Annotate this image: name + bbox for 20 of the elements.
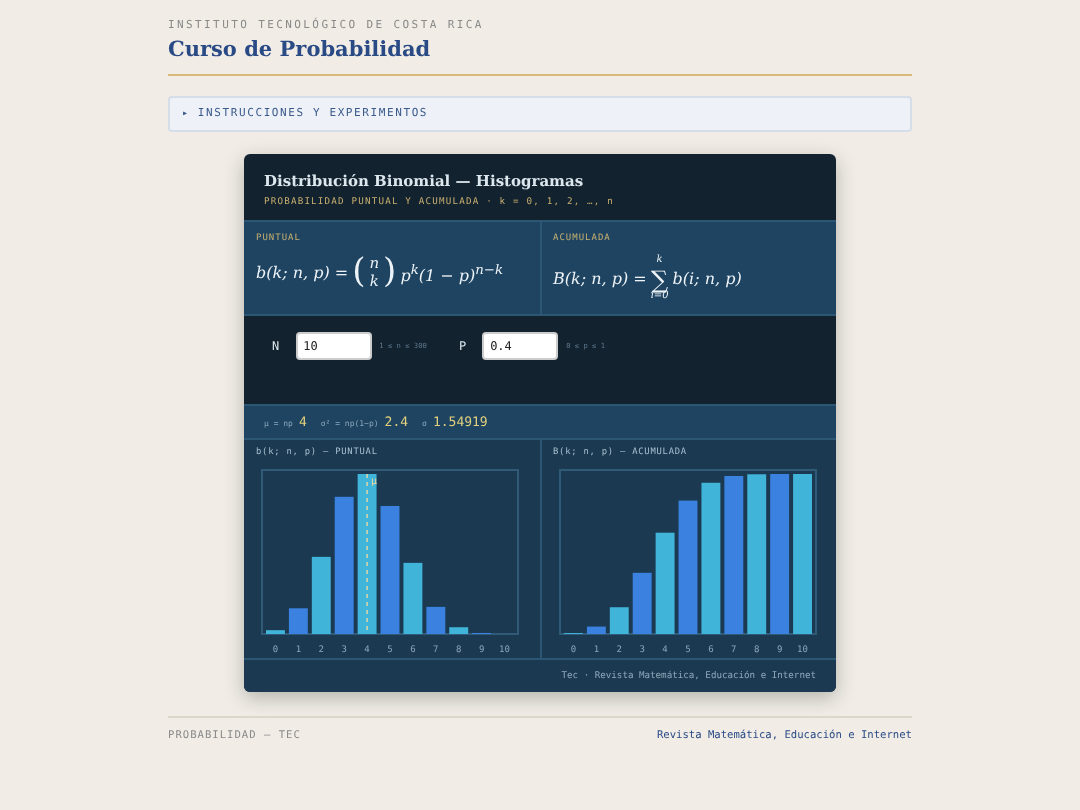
bar	[311, 556, 331, 634]
bar	[585, 626, 605, 634]
bar	[677, 500, 697, 634]
bar	[449, 627, 469, 634]
course-title: Curso de Probabilidad	[168, 38, 912, 76]
sum-sign: ∑	[651, 267, 669, 291]
bar	[380, 505, 400, 634]
parenthesis: (	[352, 256, 366, 290]
formula-lhs: b(k; n, p) =	[256, 264, 349, 282]
bar	[631, 572, 651, 634]
bar	[403, 562, 423, 634]
formula-rhs: p$^{k}$(1 − p)$^{n−k}$	[400, 261, 504, 285]
formula-rhs: b(i; n, p)	[672, 270, 742, 288]
bar	[334, 496, 354, 634]
parenthesis: )	[383, 256, 397, 290]
formula-lhs: B(k; n, p) =	[553, 270, 647, 288]
bar	[608, 607, 628, 634]
bar	[654, 532, 674, 634]
bar	[426, 606, 446, 634]
bar	[288, 608, 308, 634]
